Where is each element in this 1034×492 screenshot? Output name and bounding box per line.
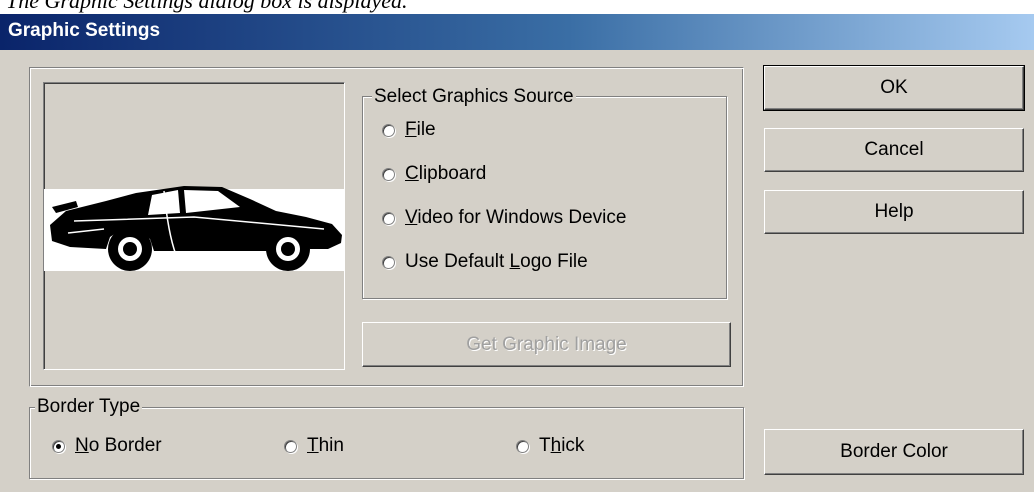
radio-file[interactable]: File xyxy=(382,119,436,141)
radio-video-device-button[interactable] xyxy=(382,211,395,225)
car-silhouette-image xyxy=(50,186,342,271)
radio-thin-label: Thin xyxy=(307,435,344,456)
radio-video-device-label: Video for Windows Device xyxy=(405,207,627,228)
help-button[interactable]: Help xyxy=(764,190,1024,234)
radio-clipboard[interactable]: Clipboard xyxy=(382,163,486,185)
radio-default-logo[interactable]: Use Default Logo File xyxy=(382,251,588,273)
radio-clipboard-label: Clipboard xyxy=(405,163,487,184)
radio-thick-label: Thick xyxy=(539,435,585,456)
graphics-source-legend: Select Graphics Source xyxy=(372,86,576,108)
radio-default-logo-button[interactable] xyxy=(382,255,395,269)
radio-clipboard-button[interactable] xyxy=(382,167,395,181)
graphic-preview xyxy=(43,82,345,370)
radio-default-logo-label: Use Default Logo File xyxy=(405,251,588,272)
radio-no-border-label: No Border xyxy=(75,435,162,456)
radio-no-border[interactable]: No Border xyxy=(52,435,162,457)
border-color-button[interactable]: Border Color xyxy=(764,429,1024,475)
radio-thick[interactable]: Thick xyxy=(516,435,584,457)
get-graphic-image-button[interactable]: Get Graphic Image xyxy=(362,322,731,367)
graphic-settings-dialog: Graphic Settings Select Graphics Source … xyxy=(0,14,1034,492)
radio-no-border-button[interactable] xyxy=(52,439,65,453)
cancel-button[interactable]: Cancel xyxy=(764,128,1024,172)
radio-video-device[interactable]: Video for Windows Device xyxy=(382,207,626,229)
radio-thick-button[interactable] xyxy=(516,439,529,453)
radio-thin-button[interactable] xyxy=(284,439,297,453)
radio-file-label: File xyxy=(405,119,436,140)
ok-button[interactable]: OK xyxy=(763,65,1025,111)
radio-file-button[interactable] xyxy=(382,123,395,137)
dialog-title: Graphic Settings xyxy=(8,20,161,41)
border-type-legend: Border Type xyxy=(35,396,143,418)
radio-thin[interactable]: Thin xyxy=(284,435,344,457)
document-caption-fragment: The Graphic Settings dialog box is displ… xyxy=(0,0,1034,14)
title-bar[interactable]: Graphic Settings xyxy=(0,14,1034,50)
